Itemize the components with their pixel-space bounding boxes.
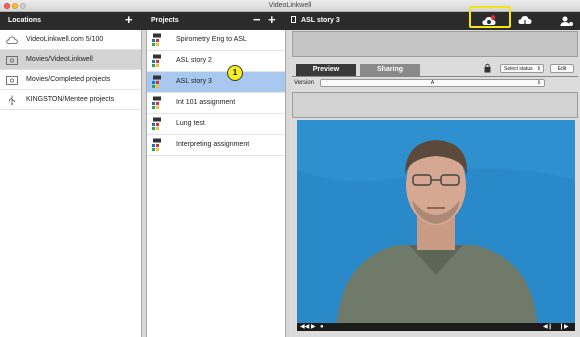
location-label: Movies/VideoLinkwell: [26, 56, 93, 63]
location-label: KINGSTON/Mentee projects: [26, 96, 115, 103]
project-icon: [152, 75, 161, 88]
project-label: ASL story 2: [176, 57, 212, 64]
location-item[interactable]: KINGSTON/Mentee projects: [0, 90, 141, 110]
document-icon: [291, 16, 296, 23]
person-video-frame: [297, 120, 575, 323]
project-icon: [152, 33, 161, 46]
project-icon: [152, 96, 161, 109]
project-item-selected[interactable]: ASL story 3: [147, 72, 285, 93]
remove-project-icon[interactable]: −: [253, 13, 261, 26]
project-item[interactable]: Interpreting assignment: [147, 135, 285, 156]
project-label: ASL story 3: [176, 78, 212, 85]
edit-button[interactable]: Edit: [550, 64, 574, 73]
tab-sharing[interactable]: Sharing: [360, 64, 420, 76]
location-label: VideoLinkwell.com 5/100: [26, 36, 104, 43]
cloud-icon: [6, 36, 18, 44]
status-select-value: Select status: [504, 66, 533, 72]
step-back-icon[interactable]: ◀❙: [543, 323, 553, 331]
location-item[interactable]: Movies/VideoLinkwell: [0, 50, 141, 70]
playhead-icon[interactable]: ●: [320, 323, 324, 331]
project-label: Spirometry Eng to ASL: [176, 36, 247, 43]
project-detail-panel: Preview Sharing Select status ⇕ Edit Ver…: [290, 30, 580, 337]
location-item[interactable]: Movies/Completed projects: [0, 70, 141, 90]
tab-divider: [292, 76, 578, 77]
version-select[interactable]: A ⇕: [320, 79, 545, 87]
description-area[interactable]: [292, 92, 578, 118]
projects-title: Projects: [151, 17, 179, 24]
project-notes-area[interactable]: [292, 31, 578, 57]
add-project-icon[interactable]: +: [268, 13, 276, 26]
current-project-title: ASL story 3: [301, 17, 340, 24]
location-item[interactable]: VideoLinkwell.com 5/100: [0, 30, 141, 50]
version-select-value: A: [430, 80, 435, 86]
lock-icon[interactable]: [484, 63, 491, 73]
select-arrows-icon: ⇕: [536, 66, 541, 72]
play-icon[interactable]: ▶: [311, 323, 316, 331]
user-account-icon[interactable]: [560, 15, 574, 27]
project-label: Lung test: [176, 120, 205, 127]
status-select[interactable]: Select status ⇕: [500, 64, 544, 73]
tab-preview[interactable]: Preview: [296, 64, 356, 76]
projects-panel: Spirometry Eng to ASL ASL story 2 ASL st…: [146, 30, 286, 337]
project-item[interactable]: Int 101 assignment: [147, 93, 285, 114]
project-label: Interpreting assignment: [176, 141, 250, 148]
project-item[interactable]: Spirometry Eng to ASL: [147, 30, 285, 51]
step-forward-icon[interactable]: ❙▶: [559, 323, 569, 331]
location-label: Movies/Completed projects: [26, 76, 111, 83]
project-label: Int 101 assignment: [176, 99, 236, 106]
add-location-icon[interactable]: +: [125, 13, 133, 26]
video-controls: ◀◀ ▶ ● ◀❙ ❙▶: [297, 323, 575, 331]
callout-highlight-box: [469, 6, 511, 28]
disk-folder-icon: [6, 56, 18, 65]
locations-panel: VideoLinkwell.com 5/100 Movies/VideoLink…: [0, 30, 142, 337]
project-item[interactable]: ASL story 2: [147, 51, 285, 72]
select-arrows-icon: ⇕: [536, 80, 541, 86]
project-item[interactable]: Lung test: [147, 114, 285, 135]
project-icon: [152, 138, 161, 151]
callout-1-badge: 1: [227, 65, 243, 81]
usb-icon: [9, 95, 15, 105]
version-label: Version: [294, 80, 315, 86]
rewind-icon[interactable]: ◀◀: [300, 323, 309, 331]
video-preview[interactable]: [297, 120, 575, 323]
cloud-download-icon[interactable]: [518, 15, 532, 27]
project-icon: [152, 54, 161, 67]
locations-title: Locations: [8, 17, 42, 24]
disk-folder-icon: [6, 76, 18, 85]
project-icon: [152, 117, 161, 130]
